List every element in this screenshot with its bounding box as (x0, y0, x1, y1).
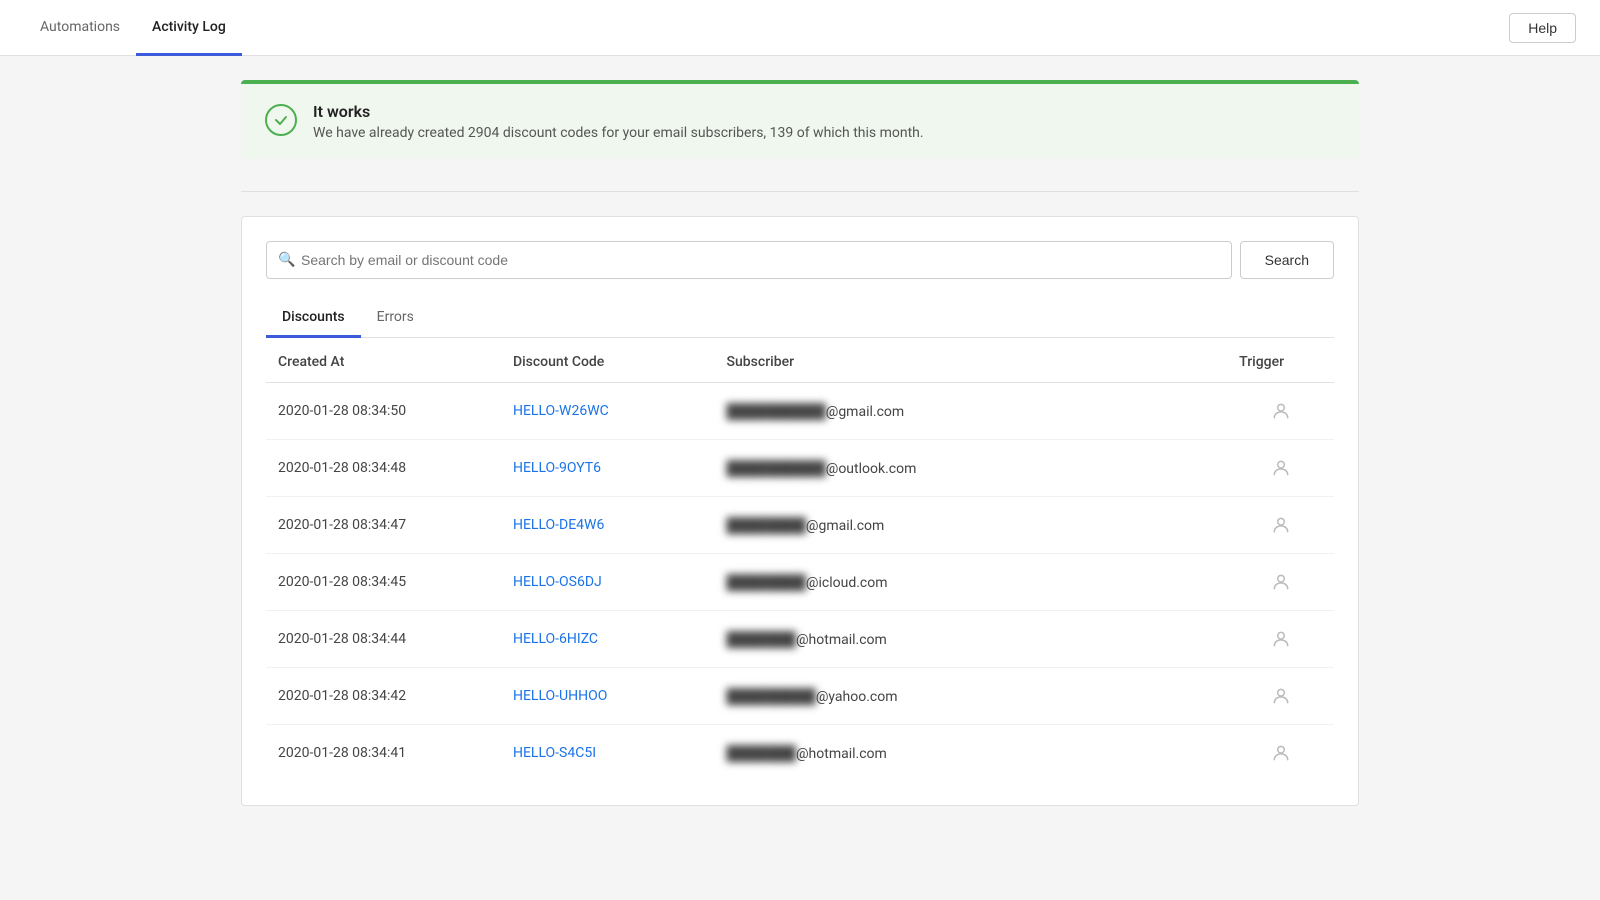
cell-discount-code: HELLO-S4C5I (501, 725, 715, 782)
divider (241, 191, 1359, 192)
col-header-discount-code: Discount Code (501, 338, 715, 383)
discount-code-link[interactable]: HELLO-W26WC (513, 403, 609, 419)
success-icon (265, 104, 297, 136)
discount-code-link[interactable]: HELLO-UHHOO (513, 688, 607, 704)
cell-created-at: 2020-01-28 08:34:48 (266, 440, 501, 497)
success-banner: It works We have already created 2904 di… (241, 80, 1359, 159)
search-icon: 🔍 (278, 252, 295, 268)
search-button[interactable]: Search (1240, 241, 1334, 279)
cell-created-at: 2020-01-28 08:34:44 (266, 611, 501, 668)
cell-discount-code: HELLO-OS6DJ (501, 554, 715, 611)
banner-title: It works (313, 102, 924, 121)
cell-discount-code: HELLO-6HIZC (501, 611, 715, 668)
cell-subscriber: █████████@yahoo.com (715, 668, 1228, 725)
discount-code-link[interactable]: HELLO-OS6DJ (513, 574, 602, 590)
col-header-subscriber: Subscriber (715, 338, 1228, 383)
main-card: 🔍 Search Discounts Errors Created At Dis… (241, 216, 1359, 806)
table-body: 2020-01-28 08:34:50 HELLO-W26WC ██████████… (266, 383, 1334, 782)
search-row: 🔍 Search (266, 241, 1334, 279)
search-input-wrap: 🔍 (266, 241, 1232, 279)
table-row: 2020-01-28 08:34:45 HELLO-OS6DJ ████████@i… (266, 554, 1334, 611)
page-content: It works We have already created 2904 di… (225, 56, 1375, 830)
person-icon (1239, 458, 1322, 478)
cell-created-at: 2020-01-28 08:34:42 (266, 668, 501, 725)
help-button[interactable]: Help (1509, 13, 1576, 43)
table-row: 2020-01-28 08:34:42 HELLO-UHHOO █████████@… (266, 668, 1334, 725)
cell-subscriber: ████████@gmail.com (715, 497, 1228, 554)
table-row: 2020-01-28 08:34:48 HELLO-9OYT6 ██████████… (266, 440, 1334, 497)
nav-tab-automations[interactable]: Automations (24, 1, 136, 56)
discount-code-link[interactable]: HELLO-DE4W6 (513, 517, 604, 533)
col-header-created-at: Created At (266, 338, 501, 383)
cell-trigger (1227, 725, 1334, 782)
cell-trigger (1227, 668, 1334, 725)
cell-trigger (1227, 497, 1334, 554)
table-header: Created At Discount Code Subscriber Trig… (266, 338, 1334, 383)
person-icon (1239, 686, 1322, 706)
cell-discount-code: HELLO-DE4W6 (501, 497, 715, 554)
person-icon (1239, 743, 1322, 763)
cell-subscriber: ███████@hotmail.com (715, 611, 1228, 668)
table-row: 2020-01-28 08:34:41 HELLO-S4C5I ███████@ho… (266, 725, 1334, 782)
banner-description: We have already created 2904 discount co… (313, 125, 924, 141)
nav-tab-activity-log[interactable]: Activity Log (136, 1, 242, 56)
tab-errors[interactable]: Errors (361, 299, 430, 338)
cell-discount-code: HELLO-UHHOO (501, 668, 715, 725)
cell-subscriber: ███████@hotmail.com (715, 725, 1228, 782)
person-icon (1239, 629, 1322, 649)
person-icon (1239, 515, 1322, 535)
table-row: 2020-01-28 08:34:44 HELLO-6HIZC ███████@ho… (266, 611, 1334, 668)
cell-discount-code: HELLO-9OYT6 (501, 440, 715, 497)
tab-discounts[interactable]: Discounts (266, 299, 361, 338)
cell-created-at: 2020-01-28 08:34:41 (266, 725, 501, 782)
search-input[interactable] (266, 241, 1232, 279)
cell-trigger (1227, 440, 1334, 497)
cell-subscriber: ██████████@outlook.com (715, 440, 1228, 497)
cell-created-at: 2020-01-28 08:34:45 (266, 554, 501, 611)
cell-created-at: 2020-01-28 08:34:50 (266, 383, 501, 440)
cell-trigger (1227, 554, 1334, 611)
top-nav: Automations Activity Log Help (0, 0, 1600, 56)
table-row: 2020-01-28 08:34:47 HELLO-DE4W6 ████████@g… (266, 497, 1334, 554)
discount-code-link[interactable]: HELLO-S4C5I (513, 745, 596, 761)
discount-code-link[interactable]: HELLO-9OYT6 (513, 460, 601, 476)
cell-subscriber: ██████████@gmail.com (715, 383, 1228, 440)
tab-bar: Discounts Errors (266, 299, 1334, 338)
col-header-trigger: Trigger (1227, 338, 1334, 383)
banner-text: It works We have already created 2904 di… (313, 102, 924, 141)
cell-created-at: 2020-01-28 08:34:47 (266, 497, 501, 554)
discounts-table: Created At Discount Code Subscriber Trig… (266, 338, 1334, 781)
table-row: 2020-01-28 08:34:50 HELLO-W26WC ██████████… (266, 383, 1334, 440)
cell-trigger (1227, 383, 1334, 440)
discount-code-link[interactable]: HELLO-6HIZC (513, 631, 598, 647)
cell-subscriber: ████████@icloud.com (715, 554, 1228, 611)
cell-discount-code: HELLO-W26WC (501, 383, 715, 440)
cell-trigger (1227, 611, 1334, 668)
person-icon (1239, 401, 1322, 421)
person-icon (1239, 572, 1322, 592)
